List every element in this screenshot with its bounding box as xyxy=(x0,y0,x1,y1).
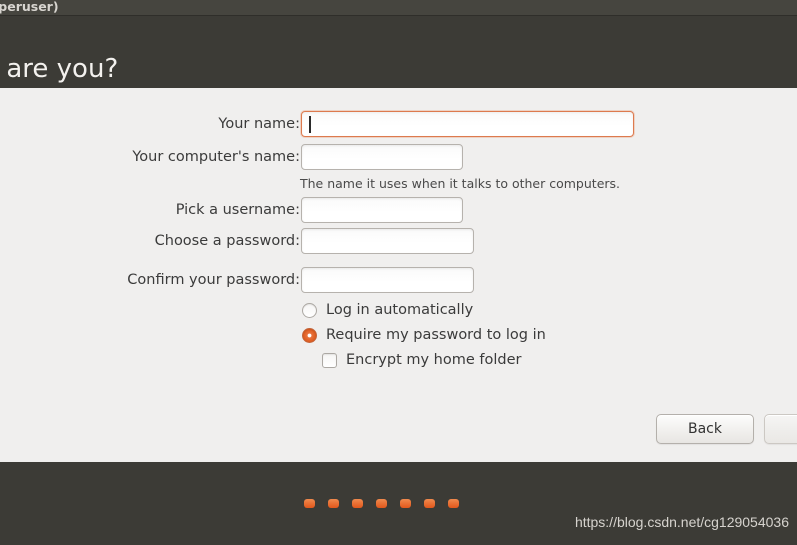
watermark-text: https://blog.csdn.net/cg129054036 xyxy=(575,514,789,530)
radio-row-require-password[interactable]: Require my password to log in xyxy=(302,327,546,343)
row-username: Pick a username: xyxy=(0,197,300,223)
installer-window: (as superuser) Who are you? Your name: Y… xyxy=(0,0,797,545)
text-caret xyxy=(309,116,311,133)
label-confirm-password: Confirm your password: xyxy=(0,267,300,293)
step-dot xyxy=(448,499,459,508)
radio-login-automatically-label: Log in automatically xyxy=(326,302,473,318)
step-dot xyxy=(424,499,435,508)
page-header: Who are you? xyxy=(0,16,797,88)
form-panel: Your name: Your computer's name: The nam… xyxy=(0,88,797,462)
input-confirm-password[interactable] xyxy=(301,267,474,293)
checkbox-encrypt-home-icon[interactable] xyxy=(322,353,337,368)
label-username: Pick a username: xyxy=(0,197,300,223)
label-your-name: Your name: xyxy=(0,111,300,137)
step-dot xyxy=(304,499,315,508)
input-password[interactable] xyxy=(301,228,474,254)
radio-row-login-automatically[interactable]: Log in automatically xyxy=(302,302,473,318)
label-computer-name: Your computer's name: xyxy=(0,144,300,170)
row-confirm-password: Confirm your password: xyxy=(0,267,300,293)
step-dot xyxy=(352,499,363,508)
radio-require-password-icon[interactable] xyxy=(302,328,317,343)
checkbox-encrypt-home-label: Encrypt my home folder xyxy=(346,352,522,368)
row-your-name: Your name: xyxy=(0,111,300,137)
window-title: (as superuser) xyxy=(0,0,59,15)
continue-button[interactable]: Co xyxy=(764,414,797,444)
step-dot xyxy=(400,499,411,508)
input-your-name[interactable] xyxy=(301,111,634,137)
page-title: Who are you? xyxy=(0,54,118,84)
input-username[interactable] xyxy=(301,197,463,223)
back-button[interactable]: Back xyxy=(656,414,754,444)
window-titlebar: (as superuser) xyxy=(0,0,797,16)
page-footer xyxy=(0,462,797,545)
row-computer-name: Your computer's name: xyxy=(0,144,300,170)
step-dot xyxy=(376,499,387,508)
input-computer-name[interactable] xyxy=(301,144,463,170)
step-dot xyxy=(328,499,339,508)
radio-login-automatically-icon[interactable] xyxy=(302,303,317,318)
label-password: Choose a password: xyxy=(0,228,300,254)
row-password: Choose a password: xyxy=(0,228,300,254)
radio-require-password-label: Require my password to log in xyxy=(326,327,546,343)
computer-name-hint: The name it uses when it talks to other … xyxy=(300,176,620,191)
checkbox-row-encrypt-home[interactable]: Encrypt my home folder xyxy=(322,352,522,368)
step-indicator xyxy=(304,499,459,508)
